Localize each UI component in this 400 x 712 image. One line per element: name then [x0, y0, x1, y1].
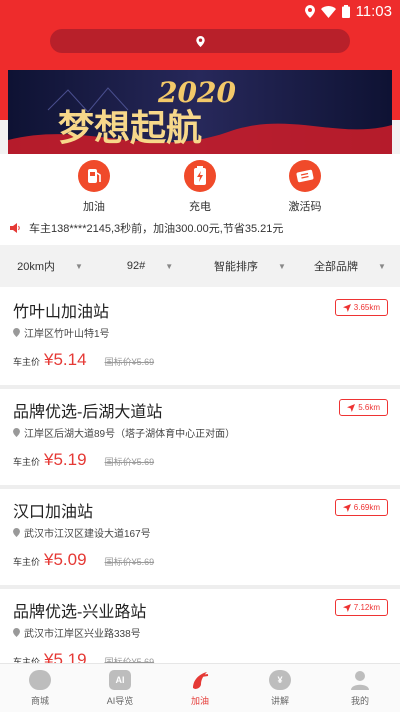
station-distance: 3.65km	[353, 303, 380, 312]
notice-bar: 车主138****2145,3秒前，加油300.00元,节省35.21元	[10, 220, 283, 236]
station-address: 江岸区后湖大道89号（塔子湖体育中心正对面）	[13, 425, 235, 440]
station-card[interactable]: 品牌优选-后湖大道站 5.6km 江岸区后湖大道89号（塔子湖体育中心正对面） …	[0, 389, 400, 489]
tab-label: 我的	[350, 695, 369, 706]
price-label: 车主价	[13, 457, 41, 467]
filter-fuel-type[interactable]: 92# ▼	[100, 245, 200, 287]
station-price: ¥5.19	[44, 450, 87, 469]
location-pin-icon	[13, 528, 20, 537]
national-price: 国标价¥5.69	[104, 357, 155, 367]
quick-action-label: 激活码	[288, 201, 322, 213]
price-label: 车主价	[13, 557, 41, 567]
quick-action-label: 充电	[189, 201, 211, 213]
station-prices: 车主价 ¥5.19 国标价¥5.69	[13, 450, 154, 470]
yen-icon: ¥	[269, 669, 291, 690]
station-address: 武汉市江岸区兴业路338号	[13, 625, 141, 640]
filter-label: 智能排序	[214, 261, 259, 273]
station-prices: 车主价 ¥5.14 国标价¥5.69	[13, 350, 154, 370]
navigate-button[interactable]: 5.6km	[339, 399, 388, 416]
navigate-button[interactable]: 6.69km	[334, 499, 388, 516]
navigate-button[interactable]: 3.65km	[334, 299, 388, 316]
station-address-text: 武汉市江汉区建设大道167号	[24, 529, 151, 540]
navigation-arrow-icon	[342, 303, 351, 312]
national-price: 国标价¥5.69	[104, 557, 155, 567]
station-price: ¥5.09	[44, 550, 87, 569]
ticket-icon	[296, 169, 314, 183]
quick-action-fuel[interactable]: 加油	[54, 160, 134, 214]
quick-action-label: 加油	[83, 201, 105, 213]
fuel-icon	[193, 671, 209, 689]
filter-label: 20km内	[17, 261, 55, 273]
banner-year: 2020	[157, 76, 236, 109]
location-pin-icon	[195, 35, 205, 47]
navigation-arrow-icon	[342, 503, 351, 512]
bottom-tab-bar: 商城 AI AI导览 加油 ¥ 讲解 我的	[0, 663, 400, 712]
filter-brand[interactable]: 全部品牌 ▼	[300, 245, 400, 287]
filter-distance[interactable]: 20km内 ▼	[0, 245, 100, 287]
tab-label: 商城	[30, 695, 49, 706]
station-address-text: 武汉市江岸区兴业路338号	[24, 629, 141, 640]
filter-sort[interactable]: 智能排序 ▼	[200, 245, 300, 287]
station-prices: 车主价 ¥5.09 国标价¥5.69	[13, 550, 154, 570]
navigation-arrow-icon	[342, 603, 351, 612]
station-distance: 6.69km	[353, 503, 380, 512]
battery-charge-icon	[194, 166, 206, 185]
person-icon	[351, 670, 369, 690]
tab-label: 讲解	[270, 695, 289, 706]
filter-label: 92#	[126, 260, 146, 272]
station-address: 武汉市江汉区建设大道167号	[13, 525, 151, 540]
location-bar[interactable]	[50, 29, 350, 53]
station-address-text: 江岸区后湖大道89号（塔子湖体育中心正对面）	[24, 429, 236, 440]
battery-icon	[341, 5, 350, 18]
navigate-button[interactable]: 7.12km	[334, 599, 388, 616]
caret-down-icon: ▼	[278, 261, 286, 271]
station-address-text: 江岸区竹叶山特1号	[24, 329, 110, 340]
fuel-pump-icon	[88, 169, 101, 183]
station-card[interactable]: 汉口加油站 6.69km 武汉市江汉区建设大道167号 车主价 ¥5.09 国标…	[0, 489, 400, 589]
station-name: 汉口加油站	[13, 504, 94, 521]
location-pin-icon	[13, 328, 20, 337]
store-icon	[29, 669, 51, 690]
tab-profile[interactable]: 我的	[320, 664, 400, 712]
national-price: 国标价¥5.69	[104, 457, 155, 467]
caret-down-icon: ▼	[378, 261, 386, 271]
caret-down-icon: ▼	[165, 261, 174, 271]
speaker-icon	[10, 223, 20, 233]
tab-label: 加油	[190, 695, 209, 706]
station-distance: 7.12km	[353, 603, 380, 612]
price-label: 车主价	[13, 357, 41, 367]
main-content: 加油 充电 激活码 车主138****2145,3秒前，加油300.00元,节省…	[0, 154, 400, 711]
banner-slogan: 梦想起航	[58, 107, 202, 149]
filter-label: 全部品牌	[314, 261, 359, 273]
station-price: ¥5.14	[44, 350, 87, 369]
ai-icon: AI	[109, 669, 131, 690]
quick-action-activation-code[interactable]: 激活码	[265, 160, 345, 214]
wifi-icon	[320, 5, 336, 18]
station-address: 江岸区竹叶山特1号	[13, 325, 110, 340]
promo-banner[interactable]: 2020 梦想起航	[8, 70, 392, 154]
notice-text: 车主138****2145,3秒前，加油300.00元,节省35.21元	[29, 223, 284, 235]
quick-action-charge[interactable]: 充电	[160, 160, 240, 214]
status-time: 11:03	[355, 3, 392, 20]
tab-explain[interactable]: ¥ 讲解	[240, 664, 320, 712]
station-name: 品牌优选-后湖大道站	[13, 404, 163, 421]
location-pin-icon	[13, 428, 20, 437]
filter-bar: 20km内 ▼ 92# ▼ 智能排序 ▼ 全部品牌 ▼	[0, 245, 400, 287]
tab-ai-guide[interactable]: AI AI导览	[80, 664, 160, 712]
tab-store[interactable]: 商城	[0, 664, 80, 712]
location-pin-icon	[13, 628, 20, 637]
banner-artwork: 2020 梦想起航	[8, 76, 392, 154]
station-name: 竹叶山加油站	[13, 304, 110, 321]
tab-fuel[interactable]: 加油	[160, 664, 240, 712]
station-distance: 5.6km	[358, 403, 380, 412]
location-status-icon	[304, 5, 315, 18]
tab-label: AI导览	[106, 695, 134, 706]
station-card[interactable]: 竹叶山加油站 3.65km 江岸区竹叶山特1号 车主价 ¥5.14 国标价¥5.…	[0, 289, 400, 389]
caret-down-icon: ▼	[74, 261, 83, 271]
navigation-arrow-icon	[347, 403, 356, 412]
status-bar: 11:03	[0, 0, 400, 22]
station-name: 品牌优选-兴业路站	[13, 604, 147, 621]
